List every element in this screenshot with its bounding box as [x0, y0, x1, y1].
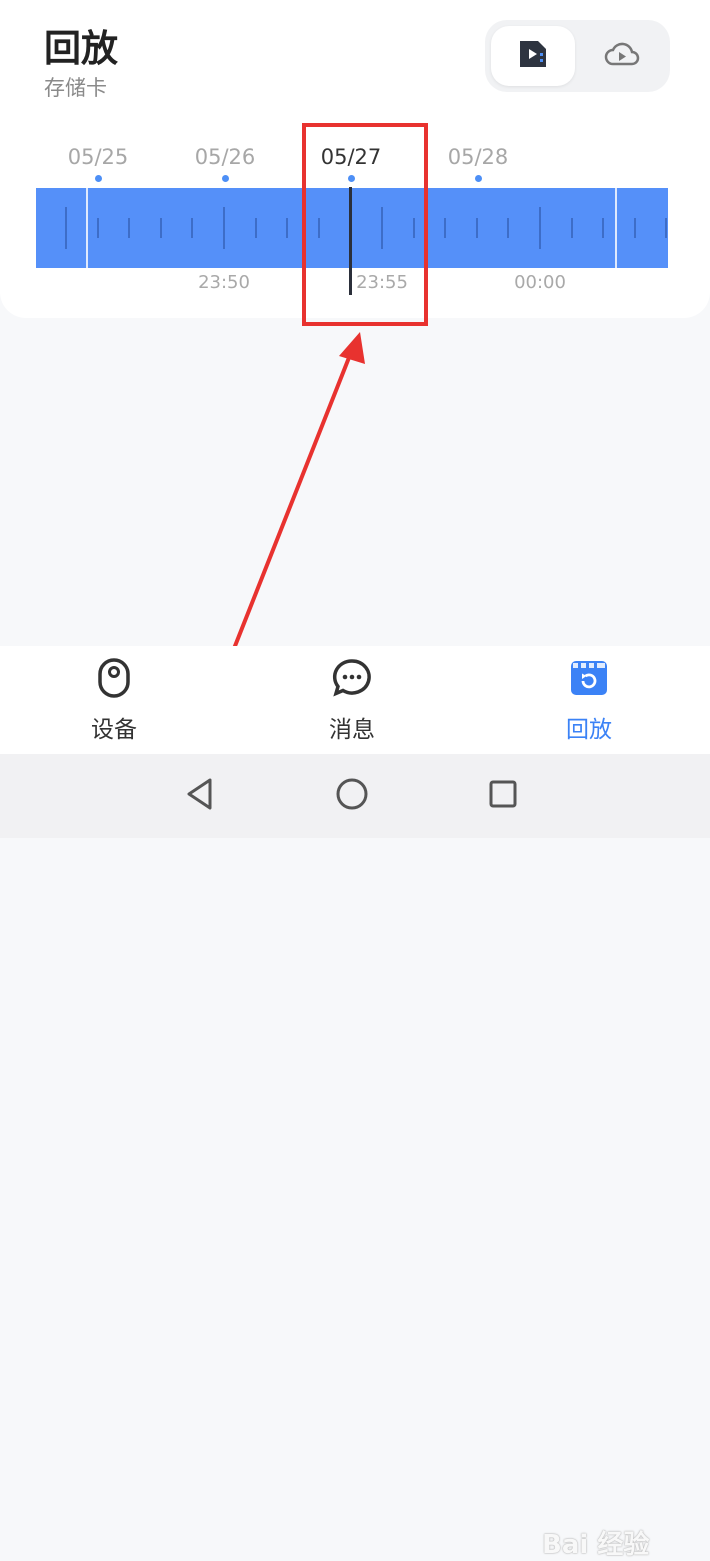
storage-subtitle: 存储卡 — [44, 76, 107, 100]
tab-messages[interactable]: 消息 — [292, 658, 412, 744]
date-label: 05/28 — [447, 145, 509, 169]
timeline-tick — [539, 207, 541, 249]
timeline-tick — [602, 218, 604, 238]
nav-back-button[interactable] — [180, 776, 220, 816]
watermark-logo: Bai 经验 — [542, 1530, 650, 1560]
timeline-tick — [665, 218, 667, 238]
timeline-tick — [128, 218, 130, 238]
date-dot — [95, 175, 102, 182]
timeline-tick — [191, 218, 193, 238]
date-dot — [222, 175, 229, 182]
tab-playback[interactable]: 回放 — [529, 658, 649, 744]
home-icon — [335, 777, 369, 815]
system-navigation-bar: Bai 经验 — [0, 754, 710, 1560]
nav-recents-button[interactable] — [483, 776, 523, 816]
nav-home-button[interactable] — [332, 776, 372, 816]
tab-label: 设备 — [91, 717, 137, 743]
timeline-tick — [286, 218, 288, 238]
timeline-tick — [476, 218, 478, 238]
page-title: 回放 — [44, 27, 118, 70]
date-label: 05/25 — [67, 145, 129, 169]
recents-icon — [488, 779, 518, 813]
timeline-tick — [571, 218, 573, 238]
date-dot — [475, 175, 482, 182]
tab-label: 回放 — [566, 717, 612, 743]
cloud-source-button[interactable] — [580, 26, 664, 86]
segment-divider — [615, 188, 617, 268]
timeline-tick — [223, 207, 225, 249]
message-bubble-icon — [332, 658, 372, 702]
date-item[interactable]: 05/28 — [433, 145, 523, 182]
time-label: 23:50 — [198, 272, 250, 293]
segment-divider — [86, 188, 88, 268]
timeline-tick — [634, 218, 636, 238]
date-item[interactable]: 05/25 — [53, 145, 143, 182]
annotation-highlight-box — [302, 123, 428, 326]
date-label: 05/26 — [194, 145, 256, 169]
time-label: 00:00 — [514, 272, 566, 293]
timeline-tick — [160, 218, 162, 238]
playback-clapper-icon — [569, 659, 609, 701]
bottom-tab-bar: 设备 消息 回放 — [0, 646, 710, 754]
cloud-playback-icon — [603, 39, 641, 73]
sd-card-playback-icon — [517, 39, 549, 73]
timeline-tick — [444, 218, 446, 238]
timeline-tick — [65, 207, 67, 249]
date-item[interactable]: 05/26 — [180, 145, 270, 182]
tab-device[interactable]: 设备 — [54, 658, 174, 744]
tab-label: 消息 — [329, 717, 375, 743]
timeline-tick — [97, 218, 99, 238]
source-toggle — [485, 20, 670, 92]
device-camera-icon — [97, 657, 131, 703]
sd-card-source-button[interactable] — [491, 26, 575, 86]
timeline-tick — [507, 218, 509, 238]
back-icon — [185, 777, 215, 815]
timeline-tick — [255, 218, 257, 238]
